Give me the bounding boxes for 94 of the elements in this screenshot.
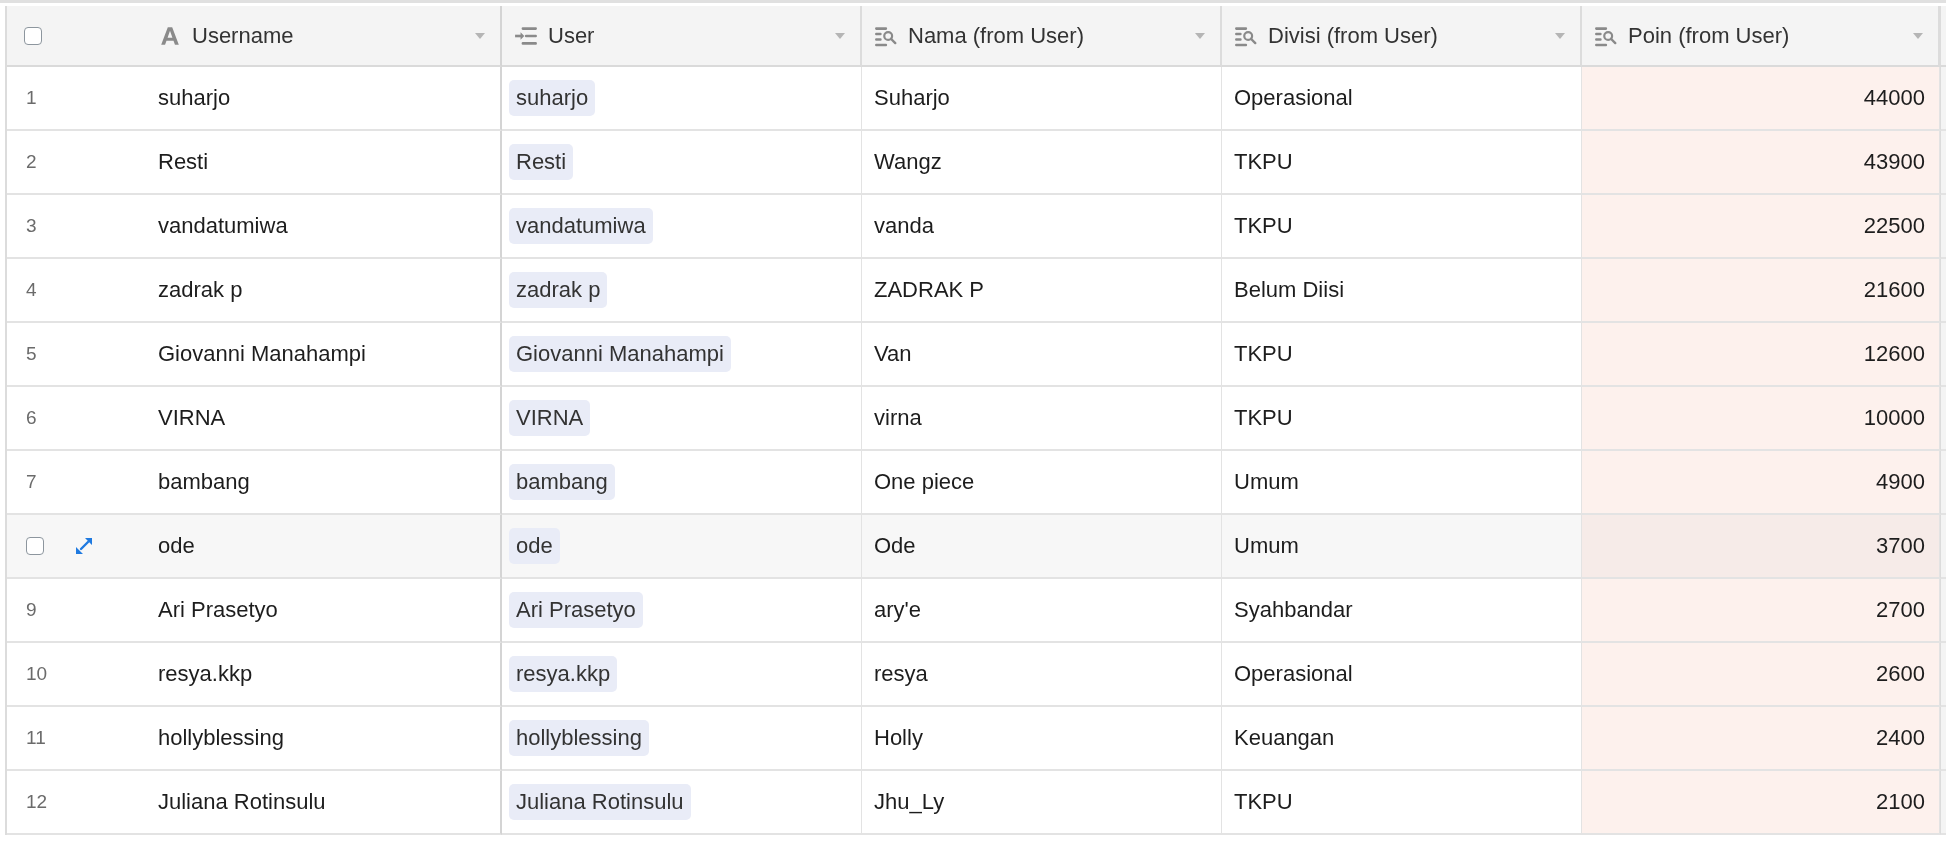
lookup-field-icon: [1234, 24, 1258, 47]
table-cell: 2100: [1876, 789, 1925, 815]
table-cell: Holly: [874, 725, 923, 751]
table-cell: bambang: [158, 469, 250, 495]
linked-record-chip[interactable]: Juliana Rotinsulu: [509, 784, 691, 820]
table-cell: virna: [874, 405, 922, 431]
table-cell: Umum: [1234, 533, 1299, 559]
table-cell: Giovanni Manahampi: [158, 341, 366, 367]
table-cell: 3700: [1876, 533, 1925, 559]
row-checkbox[interactable]: [26, 537, 44, 555]
linked-record-chip[interactable]: suharjo: [509, 80, 596, 116]
table-cell: ary'e: [874, 597, 921, 623]
row-number: 6: [26, 407, 37, 429]
row-number: 12: [26, 791, 48, 813]
linked-record-chip[interactable]: vandatumiwa: [509, 208, 653, 244]
table-cell: Keuangan: [1234, 725, 1335, 751]
caret-icon[interactable]: [1194, 31, 1206, 40]
linked-record-chip[interactable]: hollyblessing: [509, 720, 649, 756]
column-title: Divisi (from User): [1268, 22, 1439, 49]
linked-record-chip[interactable]: VIRNA: [509, 400, 591, 436]
column-header[interactable]: Poin (from User): [1582, 6, 1940, 67]
row-number: 10: [26, 663, 48, 685]
table-cell: ode: [158, 533, 195, 559]
row-number: 9: [26, 599, 37, 621]
column-header[interactable]: Nama (from User): [862, 6, 1222, 67]
row-number: 4: [26, 279, 37, 301]
table-cell: TKPU: [1234, 341, 1293, 367]
table-cell: VIRNA: [158, 405, 226, 431]
lookup-field-icon: [1594, 24, 1618, 47]
table-cell: Resti: [158, 149, 209, 175]
caret-icon[interactable]: [474, 31, 486, 40]
linked-record-icon: [514, 24, 538, 47]
table-cell: Suharjo: [874, 85, 950, 111]
row-number: 3: [26, 215, 37, 237]
linked-record-chip[interactable]: zadrak p: [509, 272, 608, 308]
linked-record-chip[interactable]: Resti: [509, 144, 574, 180]
table-cell: Umum: [1234, 469, 1299, 495]
table-cell: Ari Prasetyo: [158, 597, 278, 623]
row-number: 2: [26, 151, 37, 173]
table-cell: vandatumiwa: [158, 213, 288, 239]
column-header[interactable]: User: [502, 6, 862, 67]
table-cell: 10000: [1863, 405, 1925, 431]
lookup-field-icon: [874, 24, 898, 47]
table-cell: hollyblessing: [158, 725, 284, 751]
row-number: 5: [26, 343, 37, 365]
caret-icon[interactable]: [1912, 31, 1924, 40]
table-cell: 43900: [1863, 149, 1925, 175]
table-cell: Van: [874, 341, 912, 367]
table-cell: 22500: [1863, 213, 1925, 239]
table-cell: suharjo: [158, 85, 231, 111]
table-cell: resya: [874, 661, 928, 687]
caret-icon[interactable]: [1554, 31, 1566, 40]
table-cell: zadrak p: [158, 277, 243, 303]
table-cell: Juliana Rotinsulu: [158, 789, 326, 815]
linked-record-chip[interactable]: ode: [509, 528, 560, 564]
linked-record-chip[interactable]: resya.kkp: [509, 656, 618, 692]
table-cell: 2600: [1876, 661, 1925, 687]
table-cell: Jhu_Ly: [874, 789, 945, 815]
table-cell: 44000: [1863, 85, 1925, 111]
column-header[interactable]: Username: [145, 6, 502, 67]
table-cell: TKPU: [1234, 213, 1293, 239]
table-cell: Belum Diisi: [1234, 277, 1345, 303]
row-number: 7: [26, 471, 37, 493]
caret-icon[interactable]: [834, 31, 846, 40]
column-header[interactable]: Divisi (from User): [1222, 6, 1582, 67]
select-all-checkbox[interactable]: [24, 26, 42, 45]
linked-record-chip[interactable]: bambang: [509, 464, 615, 500]
table-cell: One piece: [874, 469, 975, 495]
table-cell: Wangz: [874, 149, 942, 175]
column-title: Poin (from User): [1628, 22, 1791, 49]
table-cell: vanda: [874, 213, 934, 239]
table-cell: resya.kkp: [158, 661, 253, 687]
column-title: Nama (from User): [908, 22, 1085, 49]
table-cell: 12600: [1863, 341, 1925, 367]
table-cell: 4900: [1876, 469, 1925, 495]
table-cell: 21600: [1863, 277, 1925, 303]
table-cell: TKPU: [1234, 789, 1293, 815]
column-title: Username: [192, 22, 295, 49]
row-number: 1: [26, 87, 37, 109]
row-number: 11: [26, 727, 46, 749]
table-cell: Syahbandar: [1234, 597, 1353, 623]
table-cell: 2400: [1876, 725, 1925, 751]
table-cell: Operasional: [1234, 85, 1353, 111]
table-cell: TKPU: [1234, 149, 1293, 175]
table-cell: 2700: [1876, 597, 1925, 623]
table-cell: Ode: [874, 533, 916, 559]
table-cell: Operasional: [1234, 661, 1353, 687]
expand-icon[interactable]: [74, 536, 94, 556]
text-field-icon: [158, 24, 182, 47]
linked-record-chip[interactable]: Ari Prasetyo: [509, 592, 643, 628]
table-cell: ZADRAK P: [874, 277, 985, 303]
column-title: User: [548, 22, 596, 49]
linked-record-chip[interactable]: Giovanni Manahampi: [509, 336, 731, 372]
table-cell: TKPU: [1234, 405, 1293, 431]
